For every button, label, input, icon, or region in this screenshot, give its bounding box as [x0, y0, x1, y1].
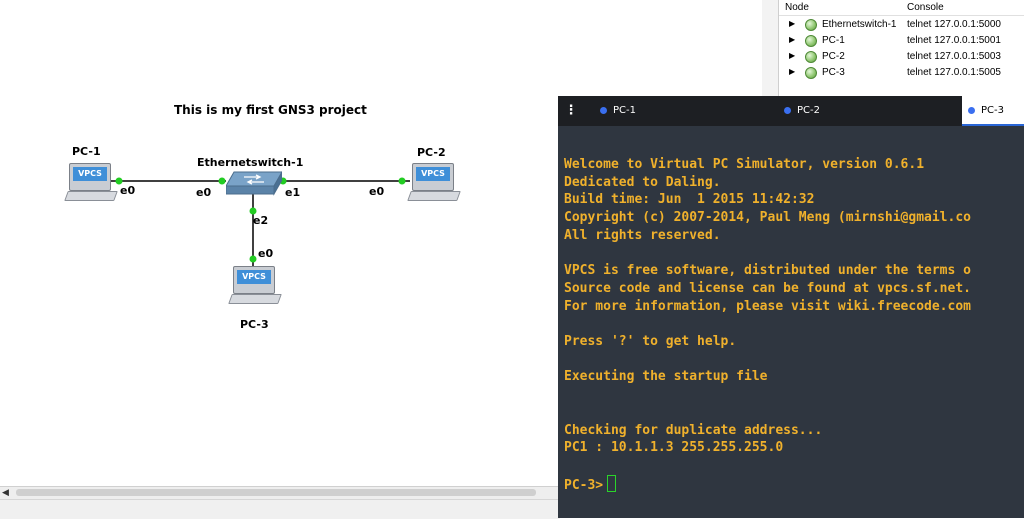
terminal-line: Copyright (c) 2007-2014, Paul Meng (mirn… [564, 210, 971, 226]
summary-node-name: PC-2 [822, 51, 845, 62]
expand-arrow-icon[interactable]: ▶ [789, 51, 795, 60]
tab-status-dot-icon [600, 106, 607, 114]
pc2-node[interactable]: VPCS [407, 163, 461, 205]
port-status-pc3-e0 [249, 255, 257, 263]
summary-node-name: PC-3 [822, 67, 845, 78]
status-started-icon [805, 19, 817, 31]
pc3-badge: VPCS [237, 270, 271, 284]
terminal-line: For more information, please visit wiki.… [564, 298, 971, 314]
summary-row[interactable]: ▶ PC-2 telnet 127.0.0.1:5003 [779, 49, 1024, 65]
terminal-cursor[interactable] [607, 474, 617, 492]
terminal-line: Executing the startup file [564, 369, 768, 385]
summary-row[interactable]: ▶ PC-3 telnet 127.0.0.1:5005 [779, 65, 1024, 81]
pc1-label[interactable]: PC-1 [72, 145, 101, 158]
expand-arrow-icon[interactable]: ▶ [789, 19, 795, 28]
terminal-line: Checking for duplicate address... [564, 422, 823, 438]
port-label-sw-e0: e0 [196, 186, 212, 199]
terminal-line: Press '?' to get help. [564, 334, 737, 350]
summary-console-address: telnet 127.0.0.1:5001 [907, 35, 1001, 46]
tab-pc2[interactable]: PC-2 [780, 96, 962, 126]
tab-pc3[interactable]: PC-3 [962, 96, 1024, 126]
console-window[interactable]: ⋮ PC-1 PC-2 PC-3 Welcome to Virtual PC S… [558, 96, 1024, 518]
status-started-icon [805, 67, 817, 79]
summary-node-name: Ethernetswitch-1 [822, 19, 897, 30]
terminal-line: Source code and license can be found at … [564, 280, 971, 296]
tab-status-dot-icon [784, 106, 791, 114]
status-strip [0, 499, 560, 519]
pc2-computer-icon: VPCS [412, 163, 454, 191]
scrollbar-thumb[interactable] [16, 489, 536, 496]
ethernet-switch-node[interactable] [226, 168, 282, 196]
terminal-line: Build time: Jun 1 2015 11:42:32 [564, 192, 815, 208]
summary-row[interactable]: ▶ Ethernetswitch-1 telnet 127.0.0.1:5000 [779, 17, 1024, 33]
console-tab-bar: ⋮ PC-1 PC-2 PC-3 [558, 96, 1024, 126]
prompt-line[interactable]: PC-3> [564, 474, 1024, 495]
pc2-label[interactable]: PC-2 [417, 146, 446, 159]
pc3-node[interactable]: VPCS [228, 266, 282, 308]
port-label-sw-e2: e2 [253, 214, 269, 227]
pc1-badge: VPCS [73, 167, 107, 181]
terminal-line: All rights reserved. [564, 227, 721, 243]
port-label-pc3-e0: e0 [258, 247, 274, 260]
summary-row[interactable]: ▶ PC-1 telnet 127.0.0.1:5001 [779, 33, 1024, 49]
summary-console-address: telnet 127.0.0.1:5005 [907, 67, 1001, 78]
tab-status-dot-icon [968, 106, 975, 114]
port-status-sw-e0 [218, 177, 226, 185]
terminal-output[interactable]: Welcome to Virtual PC Simulator, version… [564, 156, 1024, 494]
port-label-pc2-e0: e0 [369, 185, 385, 198]
prompt: PC-3> [564, 477, 604, 493]
terminal-line: PC1 : 10.1.1.3 255.255.255.0 [564, 440, 784, 456]
summary-header: Node Console [779, 0, 1024, 16]
pc3-label[interactable]: PC-3 [240, 318, 269, 331]
summary-console-address: telnet 127.0.0.1:5000 [907, 19, 1001, 30]
summary-splitter[interactable] [762, 0, 778, 96]
terminal-line: VPCS is free software, distributed under… [564, 263, 971, 279]
terminal-line: Dedicated to Daling. [564, 174, 721, 190]
terminal-line: Welcome to Virtual PC Simulator, version… [564, 157, 925, 172]
status-started-icon [805, 51, 817, 63]
pc1-node[interactable]: VPCS [64, 163, 118, 205]
topology-summary-panel: Node Console ▶ Ethernetswitch-1 telnet 1… [778, 0, 1024, 96]
scroll-left-icon[interactable]: ◀ [2, 487, 9, 499]
port-label-sw-e1: e1 [285, 186, 301, 199]
expand-arrow-icon[interactable]: ▶ [789, 67, 795, 76]
switch-icon [226, 170, 282, 196]
summary-node-name: PC-1 [822, 35, 845, 46]
pc1-computer-icon: VPCS [69, 163, 111, 191]
project-note[interactable]: This is my first GNS3 project [174, 103, 367, 117]
canvas-horizontal-scrollbar[interactable]: ◀ [0, 486, 560, 499]
summary-console-address: telnet 127.0.0.1:5003 [907, 51, 1001, 62]
port-status-pc2-e0 [398, 177, 406, 185]
pc3-computer-icon: VPCS [233, 266, 275, 294]
port-label-pc1-e0: e0 [120, 184, 136, 197]
column-header-console[interactable]: Console [907, 2, 944, 13]
vertical-dots-icon[interactable]: ⋮ [564, 103, 578, 119]
column-header-node[interactable]: Node [785, 2, 809, 13]
status-started-icon [805, 35, 817, 47]
tab-pc1[interactable]: PC-1 [590, 96, 790, 126]
pc2-badge: VPCS [416, 167, 450, 181]
expand-arrow-icon[interactable]: ▶ [789, 35, 795, 44]
